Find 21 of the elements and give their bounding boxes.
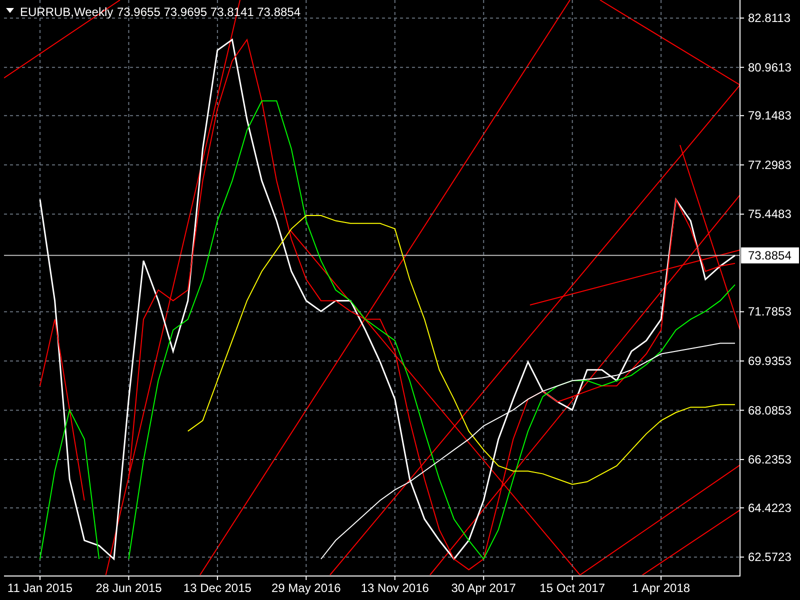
y-axis-label: 75.4483: [748, 207, 792, 222]
y-axis-label: 68.0853: [748, 403, 792, 418]
dropdown-triangle-icon[interactable]: [6, 8, 14, 13]
y-axis-label: 69.9353: [748, 354, 792, 368]
y-axis-label: 77.2983: [748, 158, 792, 172]
x-axis-label: 28 Jun 2015: [96, 581, 162, 595]
y-axis-label: 64.4223: [748, 500, 792, 515]
x-axis-label: 13 Dec 2015: [183, 581, 252, 595]
x-axis-label: 15 Oct 2017: [540, 581, 606, 595]
current-price-label: 73.8854: [741, 247, 799, 264]
y-axis-label: 71.7853: [748, 304, 792, 319]
y-axis-label: 79.1483: [748, 108, 792, 123]
y-axis-label: 80.9613: [748, 60, 792, 74]
x-axis-label: 13 Nov 2016: [360, 581, 429, 595]
y-axis-label: 62.5723: [748, 550, 792, 564]
x-axis-label: 29 May 2016: [271, 581, 341, 595]
x-axis-label: 30 Apr 2017: [451, 581, 516, 595]
x-axis-label: 1 Apr 2018: [632, 581, 690, 595]
y-axis-label: 82.8113: [748, 11, 790, 26]
y-axis-label: 66.2353: [748, 452, 792, 467]
x-axis-label: 11 Jan 2015: [7, 581, 73, 595]
